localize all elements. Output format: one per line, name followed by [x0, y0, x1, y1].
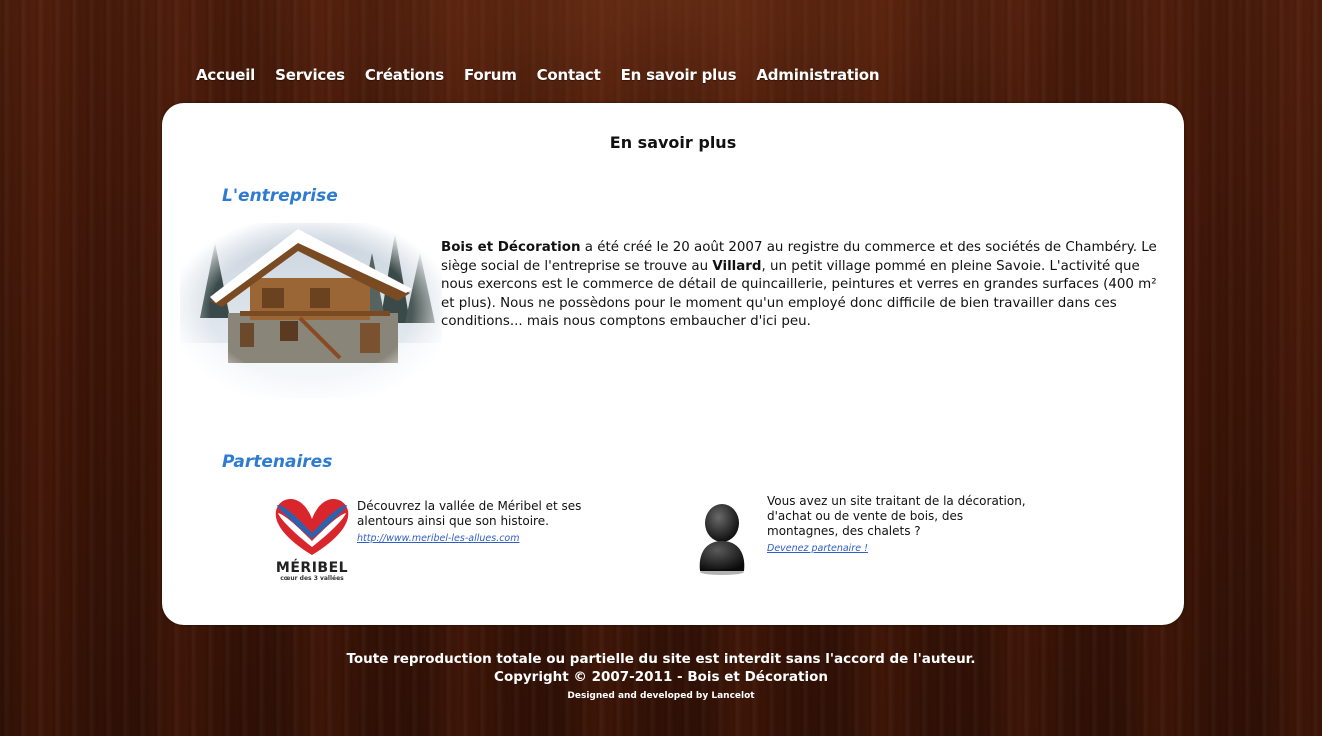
nav-contact[interactable]: Contact	[537, 66, 601, 84]
partenaires-heading: Partenaires	[222, 452, 333, 472]
nav-forum[interactable]: Forum	[464, 66, 517, 84]
nav-administration[interactable]: Administration	[756, 66, 879, 84]
entreprise-description: Bois et Décoration a été créé le 20 août…	[441, 239, 1171, 332]
meribel-logo-subtext: cœur des 3 vallées	[280, 575, 344, 582]
meribel-logo[interactable]: MÉRIBEL cœur des 3 vallées	[272, 497, 352, 582]
footer-credits: Designed and developed by Lancelot	[567, 691, 755, 701]
chalet-image	[180, 223, 442, 398]
partner-become: Vous avez un site traitant de la décorat…	[767, 494, 1027, 556]
nav-en-savoir-plus[interactable]: En savoir plus	[621, 66, 737, 84]
footer-copyright-notice: Toute reproduction totale ou partielle d…	[346, 651, 976, 667]
meribel-heart-icon	[275, 499, 349, 555]
nav-services[interactable]: Services	[275, 66, 345, 84]
partner-meribel: Découvrez la vallée de Méribel et ses al…	[357, 499, 627, 546]
person-icon	[699, 504, 745, 575]
page-title: En savoir plus	[609, 133, 737, 152]
become-partner-description: Vous avez un site traitant de la décorat…	[767, 494, 1026, 538]
main-nav: Accueil Services Créations Forum Contact…	[196, 66, 899, 84]
entreprise-heading: L'entreprise	[222, 186, 338, 206]
nav-accueil[interactable]: Accueil	[196, 66, 255, 84]
footer-copyright: Copyright © 2007-2011 - Bois et Décorati…	[494, 669, 828, 685]
meribel-logo-text: MÉRIBEL	[275, 560, 349, 576]
content-panel: En savoir plus L'entreprise Bois et Déco…	[162, 103, 1184, 625]
meribel-link[interactable]: http://www.meribel-les-allues.com	[357, 531, 627, 546]
meribel-description: Découvrez la vallée de Méribel et ses al…	[357, 499, 582, 528]
company-name: Bois et Décoration	[441, 240, 581, 255]
footer: Toute reproduction totale ou partielle d…	[0, 650, 1322, 706]
nav-creations[interactable]: Créations	[365, 66, 444, 84]
village-name: Villard	[712, 258, 762, 274]
become-partner-link[interactable]: Devenez partenaire !	[767, 541, 1027, 556]
